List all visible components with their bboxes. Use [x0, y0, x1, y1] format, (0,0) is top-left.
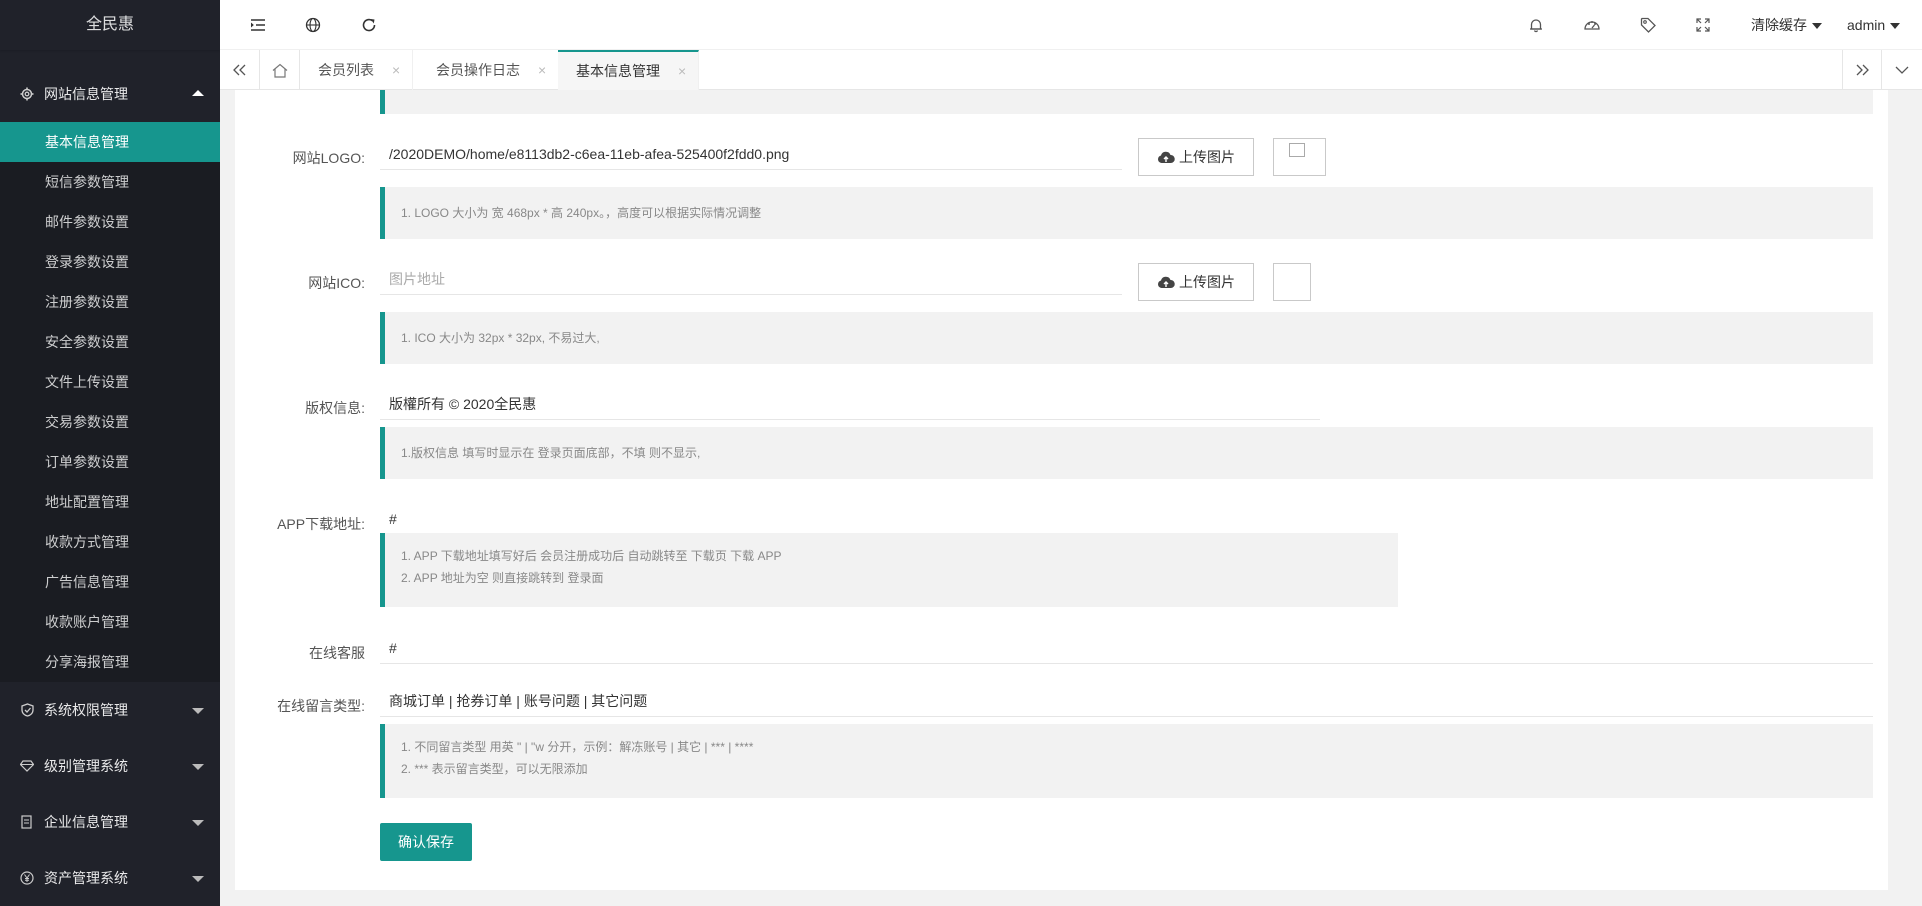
ico-tip: 1. ICO 大小为 32px * 32px, 不易过大,	[380, 312, 1873, 364]
theme-palette-icon[interactable]	[1582, 15, 1602, 35]
sidebar-item-order[interactable]: 订单参数设置	[0, 442, 220, 482]
scroll-tabs-left-icon[interactable]	[220, 50, 260, 90]
tip-box-partial	[380, 90, 1873, 114]
gear-icon	[20, 87, 34, 101]
msg-tip-line-1: 1. 不同留言类型 用英 " | "w 分开，示例：解冻账号 | 其它 | **…	[401, 740, 754, 754]
app-logo: 全民惠	[0, 0, 220, 50]
upload-label: 上传图片	[1179, 149, 1235, 165]
sidebar-item-payee-account[interactable]: 收款账户管理	[0, 602, 220, 642]
sidebar-item-payment-method[interactable]: 收款方式管理	[0, 522, 220, 562]
top-header: 清除缓存 admin	[220, 0, 1922, 50]
sidebar-item-trade[interactable]: 交易参数设置	[0, 402, 220, 442]
doc-icon	[20, 815, 34, 829]
yen-icon	[20, 871, 34, 885]
refresh-icon[interactable]	[359, 15, 379, 35]
fullscreen-icon[interactable]	[1693, 15, 1713, 35]
tab-label: 会员列表	[318, 62, 374, 78]
menu-group-label: 资产管理系统	[44, 870, 128, 886]
sidebar-item-email[interactable]: 邮件参数设置	[0, 202, 220, 242]
tag-icon[interactable]	[1638, 15, 1658, 35]
logo-field-label: 网站LOGO:	[292, 150, 365, 166]
copyright-tip: 1.版权信息 填写时显示在 登录页面底部，不填 则不显示,	[380, 427, 1873, 479]
diamond-icon	[20, 759, 34, 773]
menu-group-enterprise[interactable]: 企业信息管理	[0, 794, 220, 850]
submenu-site-info: 基本信息管理 短信参数管理 邮件参数设置 登录参数设置 注册参数设置 安全参数设…	[0, 122, 220, 682]
clear-cache-dropdown[interactable]: 清除缓存	[1751, 0, 1822, 50]
close-icon[interactable]: ×	[538, 62, 546, 78]
sidebar-item-address[interactable]: 地址配置管理	[0, 482, 220, 522]
logo-url-input[interactable]: /2020DEMO/home/e8113db2-c6ea-11eb-afea-5…	[380, 138, 1122, 170]
save-button[interactable]: 确认保存	[380, 823, 472, 861]
close-icon[interactable]: ×	[678, 63, 686, 79]
sidebar-item-ads[interactable]: 广告信息管理	[0, 562, 220, 602]
tab-label: 会员操作日志	[436, 62, 520, 78]
home-icon[interactable]	[260, 50, 300, 90]
sidebar-item-login[interactable]: 登录参数设置	[0, 242, 220, 282]
upload-label: 上传图片	[1179, 274, 1235, 290]
caret-down-icon	[1812, 23, 1822, 30]
sidebar-item-security[interactable]: 安全参数设置	[0, 322, 220, 362]
app-tip-line-1: 1. APP 下载地址填写好后 会员注册成功后 自动跳转至 下载页 下载 APP	[401, 549, 782, 563]
clear-cache-label: 清除缓存	[1751, 17, 1807, 33]
scroll-tabs-right-icon[interactable]	[1842, 50, 1882, 90]
app-url-input[interactable]: #	[380, 503, 1398, 535]
cloud-upload-icon	[1158, 276, 1175, 288]
sidebar-item-upload[interactable]: 文件上传设置	[0, 362, 220, 402]
cloud-upload-icon	[1158, 151, 1175, 163]
msg-tip-line-2: 2. *** 表示留言类型，可以无限添加	[401, 762, 588, 776]
logo-tip: 1. LOGO 大小为 宽 468px * 高 240px。，高度可以根据实际情…	[380, 187, 1873, 239]
ico-field-label: 网站ICO:	[308, 275, 365, 291]
globe-icon[interactable]	[303, 15, 323, 35]
chevron-up-icon	[192, 90, 204, 96]
menu-group-label: 企业信息管理	[44, 814, 128, 830]
sidebar: 全民惠 网站信息管理 基本信息管理 短信参数管理 邮件参数设置 登录参数设置 注…	[0, 0, 220, 906]
chevron-down-icon	[192, 876, 204, 882]
chevron-down-icon	[192, 820, 204, 826]
service-field-label: 在线客服	[309, 645, 365, 661]
sidebar-item-share-poster[interactable]: 分享海报管理	[0, 642, 220, 682]
user-dropdown[interactable]: admin	[1847, 0, 1901, 50]
ico-url-input[interactable]: 图片地址	[380, 263, 1122, 295]
sidebar-item-basic-info[interactable]: 基本信息管理	[0, 122, 220, 162]
app-url-field-label: APP下载地址:	[277, 516, 365, 532]
message-types-input[interactable]: 商城订单 | 抢券订单 | 账号问题 | 其它问题	[380, 685, 1873, 717]
tabs-bar: 会员列表 × 会员操作日志 × 基本信息管理 ×	[220, 50, 1922, 90]
app-url-tip: 1. APP 下载地址填写好后 会员注册成功后 自动跳转至 下载页 下载 APP…	[380, 533, 1398, 607]
tab-basic-info[interactable]: 基本信息管理 ×	[558, 50, 700, 90]
ico-preview-image	[1273, 263, 1311, 301]
ico-upload-button[interactable]: 上传图片	[1138, 263, 1254, 301]
logo-preview-image	[1273, 138, 1326, 176]
menu-group-site-info[interactable]: 网站信息管理	[0, 66, 220, 122]
chevron-down-icon	[192, 708, 204, 714]
tab-member-log[interactable]: 会员操作日志 ×	[418, 50, 560, 90]
message-types-field-label: 在线留言类型:	[277, 698, 365, 714]
bell-icon[interactable]	[1526, 15, 1546, 35]
sidebar-item-sms[interactable]: 短信参数管理	[0, 162, 220, 202]
menu-group-label: 系统权限管理	[44, 702, 128, 718]
shield-icon	[20, 703, 34, 717]
service-input[interactable]: #	[380, 632, 1873, 664]
tab-label: 基本信息管理	[576, 63, 660, 79]
menu-group-levels[interactable]: 级别管理系统	[0, 738, 220, 794]
tab-member-list[interactable]: 会员列表 ×	[300, 50, 414, 90]
menu-group-label: 级别管理系统	[44, 758, 128, 774]
caret-down-icon	[1890, 23, 1901, 30]
logo-upload-button[interactable]: 上传图片	[1138, 138, 1254, 176]
main-content: 网站LOGO: /2020DEMO/home/e8113db2-c6ea-11e…	[235, 90, 1888, 890]
sidebar-item-register[interactable]: 注册参数设置	[0, 282, 220, 322]
broken-image-icon	[1289, 143, 1305, 157]
tabs-menu-chevron-down-icon[interactable]	[1882, 50, 1922, 90]
chevron-down-icon	[192, 764, 204, 770]
message-types-tip: 1. 不同留言类型 用英 " | "w 分开，示例：解冻账号 | 其它 | **…	[380, 724, 1873, 798]
menu-group-permissions[interactable]: 系统权限管理	[0, 682, 220, 738]
menu-group-label: 网站信息管理	[44, 86, 128, 102]
app-tip-line-2: 2. APP 地址为空 则直接跳转到 登录面	[401, 571, 604, 585]
copyright-input[interactable]: 版權所有 © 2020全民惠	[380, 388, 1320, 420]
menu-group-assets[interactable]: 资产管理系统	[0, 850, 220, 906]
collapse-menu-icon[interactable]	[248, 15, 268, 35]
close-icon[interactable]: ×	[392, 62, 400, 78]
username: admin	[1847, 17, 1886, 33]
copyright-field-label: 版权信息:	[305, 400, 365, 416]
